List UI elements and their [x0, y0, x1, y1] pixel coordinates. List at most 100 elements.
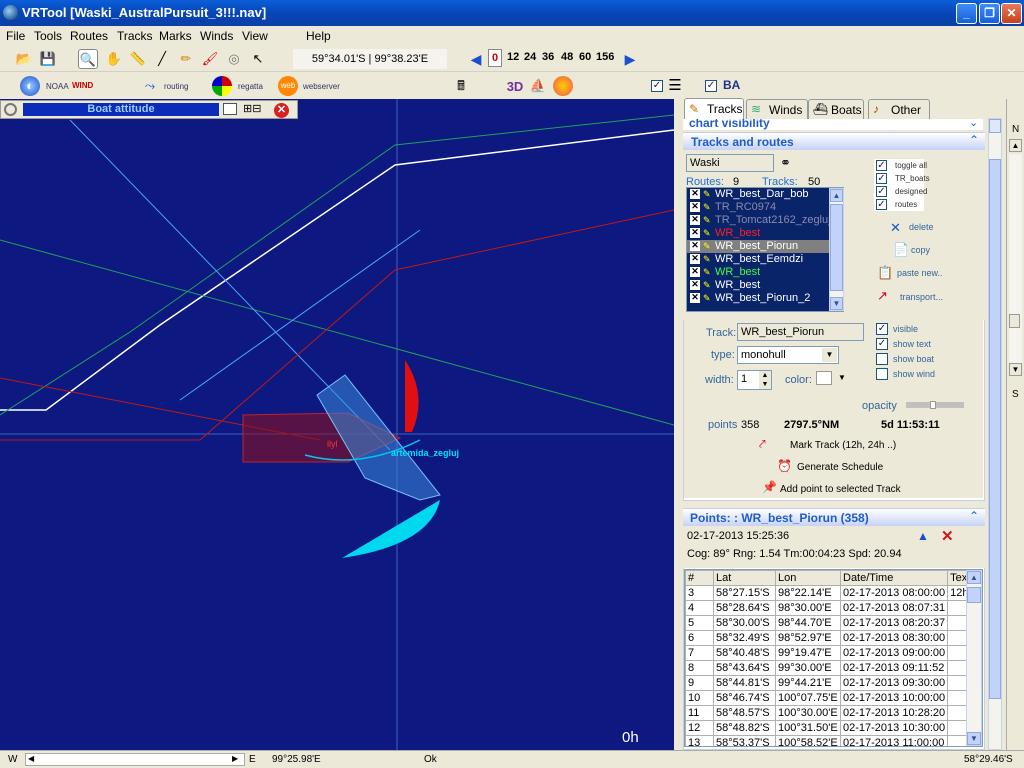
route-list[interactable]: ✕ ✎ WR_best_Dar_bob ✕ ✎ TR_RC0974 ✕ ✎ TR_Tomcat2…: [686, 187, 844, 312]
tab-tracks[interactable]: ✎ Tracks: [684, 98, 744, 120]
pencil-icon[interactable]: ✏: [176, 49, 196, 69]
points-scroll-up-icon[interactable]: ▲: [967, 571, 981, 584]
chart-visibility-header[interactable]: chart visibility ⌄: [683, 119, 983, 130]
generate-schedule-action[interactable]: Generate Schedule: [797, 462, 883, 473]
arrow-left-icon[interactable]: ◀: [466, 49, 486, 69]
save-icon[interactable]: 💾: [38, 49, 58, 69]
route-list-item[interactable]: ✕ ✎ WR_best_Piorun_2: [687, 292, 843, 305]
menu-file[interactable]: File: [6, 29, 25, 43]
route-checkbox-icon[interactable]: ✕: [690, 215, 700, 225]
maximize-button[interactable]: ❐: [979, 3, 1000, 24]
compass-track[interactable]: [1009, 154, 1022, 364]
pin-icon[interactable]: 📌: [762, 480, 777, 494]
panel-scrollbar[interactable]: [988, 118, 1002, 750]
track-name-input[interactable]: WR_best_Piorun: [737, 323, 864, 341]
minimize-button[interactable]: _: [956, 3, 977, 24]
route-checkbox-icon[interactable]: ✕: [690, 202, 700, 212]
menu-marks[interactable]: Marks: [159, 29, 192, 43]
copy-action[interactable]: copy: [911, 245, 930, 255]
zoom-36[interactable]: 36: [542, 51, 554, 63]
pencil-icon[interactable]: ✎: [703, 228, 712, 238]
zoom-60[interactable]: 60: [579, 51, 591, 63]
noaa-label[interactable]: NOAA: [46, 82, 69, 91]
track-search-input[interactable]: Waski: [686, 154, 774, 172]
type-select[interactable]: monohull ▼: [737, 346, 839, 364]
scroll-down-icon[interactable]: ▼: [830, 297, 843, 310]
close-panel-icon[interactable]: ✕: [274, 103, 289, 118]
paste-action[interactable]: paste new..: [897, 268, 943, 278]
dock-icon[interactable]: ⊞⊟: [243, 102, 261, 115]
pencil-icon[interactable]: ✎: [703, 241, 712, 251]
webserver-label[interactable]: webserver: [303, 82, 340, 91]
boat-attitude-title[interactable]: Boat attitude: [23, 103, 219, 116]
pencil-icon[interactable]: ✎: [703, 267, 712, 277]
table-row[interactable]: 13 58°53.37'S 100°58.52'E 02-17-2013 11:00:…: [685, 735, 979, 746]
regatta-label[interactable]: regatta: [238, 82, 263, 91]
close-button[interactable]: ✕: [1001, 3, 1022, 24]
toggle-checkbox[interactable]: ✓: [876, 173, 887, 184]
toggle-checkbox[interactable]: ✓: [876, 160, 887, 171]
mark-track-icon[interactable]: ⤤: [759, 437, 766, 452]
compass-up-icon[interactable]: ▲: [1009, 139, 1022, 152]
copy-icon[interactable]: 📄: [893, 242, 909, 258]
table-row[interactable]: 8 58°43.64'S 99°30.00'E 02-17-2013 09:11:52: [685, 660, 979, 676]
hscroll-right-icon[interactable]: ▶: [232, 754, 238, 763]
pencil-icon[interactable]: ✎: [703, 280, 712, 290]
magnifier-icon[interactable]: 🔍: [78, 49, 98, 69]
delete-point-icon[interactable]: ✕: [941, 527, 954, 545]
alarm-clock-icon[interactable]: ⏰: [777, 459, 792, 473]
table-row[interactable]: 9 58°44.81'S 99°44.21'E 02-17-2013 09:30:00: [685, 675, 979, 691]
points-scrollbar[interactable]: ▲ ▼: [966, 570, 982, 746]
window-icon[interactable]: [223, 103, 237, 115]
table-row[interactable]: 12 58°48.82'S 100°31.50'E 02-17-2013 10:30:…: [685, 720, 979, 736]
table-row[interactable]: 5 58°30.00'S 98°44.70'E 02-17-2013 08:20:37: [685, 615, 979, 631]
pencil-icon[interactable]: ✎: [703, 254, 712, 264]
width-stepper[interactable]: 1 ▲ ▼: [737, 370, 772, 390]
route-list-item[interactable]: ✕ ✎ WR_best: [687, 227, 843, 240]
route-list-item[interactable]: ✕ ✎ TR_Tomcat2162_zegluj: [687, 214, 843, 227]
delete-icon[interactable]: ✕: [890, 220, 901, 236]
tab-boats[interactable]: ⛴ Boats: [808, 99, 864, 119]
triangle-up-icon[interactable]: ▲: [917, 529, 929, 543]
route-list-item[interactable]: ✕ ✎ WR_best: [687, 279, 843, 292]
collapse-up-icon[interactable]: ⌃: [969, 133, 979, 147]
pencil-icon[interactable]: ✎: [703, 215, 712, 225]
pencil-icon[interactable]: ✎: [703, 189, 712, 199]
regatta-icon[interactable]: [212, 76, 232, 96]
panel-scroll-up-icon[interactable]: [989, 119, 1001, 133]
table-row[interactable]: 6 58°32.49'S 98°52.97'E 02-17-2013 08:30:00: [685, 630, 979, 646]
panel-scroll-thumb[interactable]: [989, 159, 1001, 699]
routing-label[interactable]: routing: [164, 82, 188, 91]
col-lon[interactable]: Lon: [775, 570, 841, 586]
route-checkbox-icon[interactable]: ✕: [690, 228, 700, 238]
calculator-icon[interactable]: 🖩: [451, 76, 471, 96]
route-checkbox-icon[interactable]: ✕: [690, 267, 700, 277]
transport-action[interactable]: transport...: [900, 292, 943, 302]
route-list-item[interactable]: ✕ ✎ WR_best_Piorun: [687, 240, 843, 253]
pencil-icon[interactable]: ✎: [703, 202, 712, 212]
route-list-item[interactable]: ✕ ✎ TR_RC0974: [687, 201, 843, 214]
firefox-icon[interactable]: [553, 76, 573, 96]
paste-icon[interactable]: 📋: [877, 265, 893, 281]
menu-winds[interactable]: Winds: [200, 29, 233, 43]
route-list-item[interactable]: ✕ ✎ WR_best_Dar_bob: [687, 188, 843, 201]
routing-icon[interactable]: ⤳: [140, 76, 160, 96]
opacity-slider[interactable]: [906, 401, 964, 409]
scroll-thumb[interactable]: [830, 204, 843, 291]
pencil-icon[interactable]: ✎: [703, 293, 712, 303]
visibility-checkbox[interactable]: ✓: [876, 323, 888, 335]
menu-view[interactable]: View: [242, 29, 268, 43]
tab-other[interactable]: ♪ Other: [868, 99, 930, 119]
wind-icon[interactable]: WIND: [72, 76, 93, 96]
delete-action[interactable]: delete: [909, 222, 934, 232]
opacity-thumb[interactable]: [930, 401, 936, 409]
zoom-156[interactable]: 156: [596, 51, 614, 63]
zoom-24[interactable]: 24: [524, 51, 536, 63]
arrow-right-icon[interactable]: ▶: [620, 49, 640, 69]
toggle-checkbox[interactable]: ✓: [876, 186, 887, 197]
menu-tools[interactable]: Tools: [34, 29, 62, 43]
compass-thumb[interactable]: [1009, 314, 1020, 328]
route-list-scrollbar[interactable]: ▲ ▼: [829, 188, 844, 311]
menu-help[interactable]: Help: [306, 29, 331, 43]
add-point-action[interactable]: Add point to selected Track: [780, 484, 901, 495]
